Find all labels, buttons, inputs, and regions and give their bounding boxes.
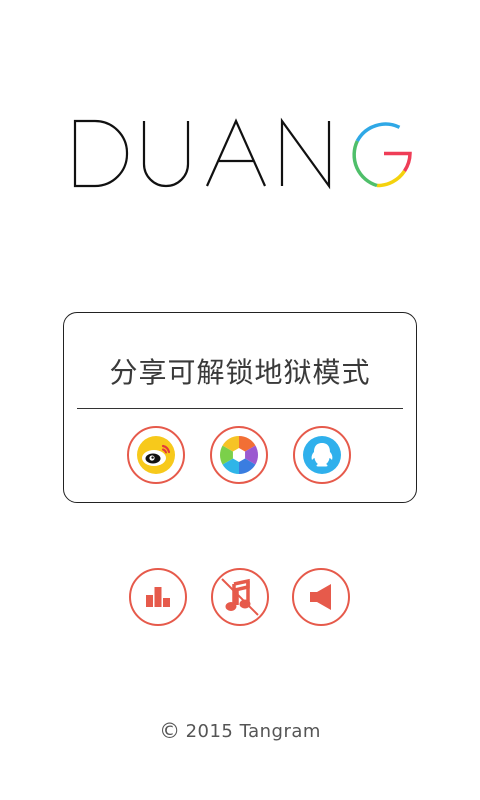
copyright-text: 2015 Tangram (185, 721, 321, 742)
bar-chart-icon (146, 587, 170, 607)
qq-share-button[interactable] (293, 426, 351, 484)
sound-toggle-button[interactable] (292, 568, 350, 626)
aperture-icon (220, 436, 258, 474)
speaker-icon (310, 584, 331, 610)
duang-logo (73, 117, 412, 190)
copyright-symbol: © (159, 719, 181, 743)
music-note-muted-icon (221, 578, 259, 616)
share-panel: 分享可解锁地狱模式 (63, 312, 417, 503)
share-title: 分享可解锁地狱模式 (109, 356, 371, 389)
leaderboard-button[interactable] (129, 568, 187, 626)
qq-penguin-icon (303, 436, 341, 474)
moments-share-button[interactable] (210, 426, 268, 484)
copyright-footer: © 2015 Tangram (0, 719, 480, 743)
weibo-share-button[interactable] (127, 426, 185, 484)
weibo-icon (137, 436, 175, 474)
divider (77, 408, 403, 409)
music-toggle-button[interactable] (211, 568, 269, 626)
